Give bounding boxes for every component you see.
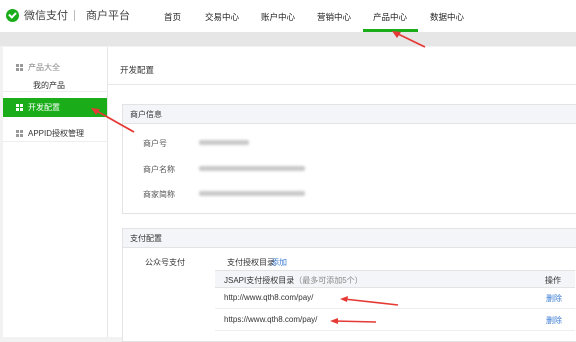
arrow-http-url [340,296,399,306]
annotation-overlay [91,31,426,324]
arrow-https-url [330,318,377,324]
arrow-products-nav [392,31,426,48]
arrow-dev-config [91,108,135,133]
